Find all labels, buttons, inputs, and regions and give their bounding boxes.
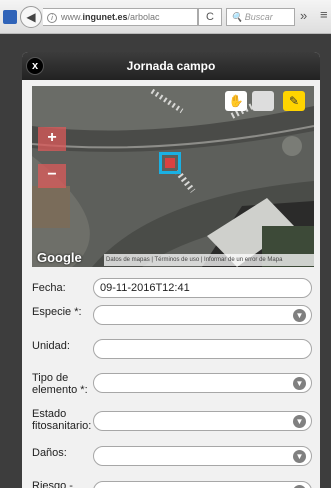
chevron-down-icon: ▼ — [293, 415, 306, 428]
satellite-imagery — [32, 86, 314, 267]
url-bar[interactable]: i www.ingunet.es/arbolac — [43, 8, 198, 26]
search-placeholder: Buscar — [244, 12, 273, 22]
dialog-title: Jornada campo — [126, 59, 216, 73]
riesgo-label: Riesgo - — [32, 480, 73, 488]
back-button[interactable]: ◀ — [20, 6, 42, 28]
extension-icon[interactable] — [3, 10, 17, 24]
estado-fitosanitario-select[interactable]: ▼ — [93, 411, 312, 431]
tipo-elemento-label: Tipo de elemento *: — [32, 372, 88, 396]
url-prefix: www. — [61, 12, 83, 22]
chevron-down-icon: ▼ — [293, 450, 306, 463]
tipo-elemento-select[interactable]: ▼ — [93, 373, 312, 393]
unidad-input[interactable] — [93, 339, 312, 359]
fecha-input[interactable]: 09-11-2016T12:41 — [93, 278, 312, 298]
especie-label: Especie *: — [32, 306, 82, 318]
pencil-icon[interactable]: ✎ — [283, 91, 305, 111]
unidad-label: Unidad: — [32, 340, 70, 352]
satellite-map[interactable]: + − ✋ ✎ Google Datos de mapas | Términos… — [32, 86, 314, 267]
chevron-down-icon: ▼ — [293, 309, 306, 322]
zoom-in-button[interactable]: + — [38, 127, 66, 151]
reload-button[interactable]: C — [198, 8, 222, 26]
chevron-down-icon: ▼ — [293, 377, 306, 390]
polygon-icon[interactable] — [252, 91, 274, 111]
fecha-label: Fecha: — [32, 282, 66, 294]
estado-fitosanitario-label: Estado fitosanitario: — [32, 408, 92, 432]
riesgo-select[interactable]: ▼ — [93, 481, 312, 488]
url-path: /arbolac — [127, 12, 160, 22]
menu-icon[interactable]: ≡ — [320, 7, 328, 22]
danos-label: Daños: — [32, 447, 67, 459]
especie-select[interactable]: ▼ — [93, 305, 312, 325]
hand-icon[interactable]: ✋ — [225, 91, 247, 111]
google-logo: Google — [37, 250, 82, 265]
close-button[interactable]: x — [26, 57, 44, 75]
jornada-dialog: x Jornada campo + − ✋ ✎ Google Datos de … — [22, 52, 320, 488]
tree-marker[interactable] — [159, 152, 181, 174]
zoom-out-button[interactable]: − — [38, 164, 66, 188]
search-input[interactable]: 🔍 Buscar — [226, 8, 295, 26]
marker-fill — [165, 158, 175, 168]
info-icon[interactable]: i — [47, 13, 57, 23]
map-attribution[interactable]: Datos de mapas | Términos de uso | Infor… — [104, 254, 314, 266]
browser-toolbar: ◀ i www.ingunet.es/arbolac C 🔍 Buscar » ≡ — [0, 0, 331, 34]
overflow-button[interactable]: » — [300, 8, 307, 23]
danos-select[interactable]: ▼ — [93, 446, 312, 466]
url-domain: ingunet.es — [82, 12, 128, 22]
dialog-header: x Jornada campo — [22, 52, 320, 80]
